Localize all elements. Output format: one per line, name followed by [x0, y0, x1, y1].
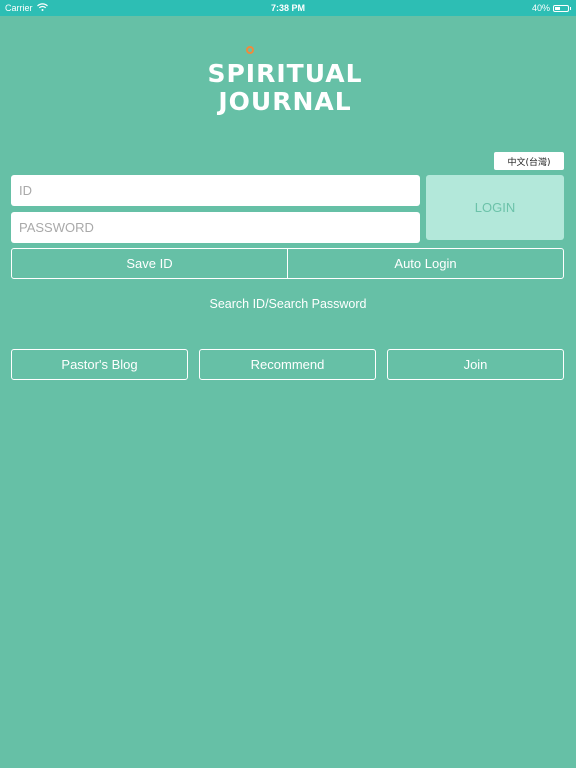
password-input[interactable]: [11, 212, 420, 243]
language-button[interactable]: 中文(台灣): [494, 152, 564, 170]
login-options: Save ID Auto Login: [11, 248, 564, 279]
logo-line-2: JOURNAL: [218, 87, 352, 116]
battery-tip: [570, 6, 571, 10]
join-button[interactable]: Join: [387, 349, 564, 380]
battery-percent: 40%: [531, 3, 550, 13]
status-time: 7:38 PM: [270, 3, 305, 13]
status-bar: Carrier 7:38 PM 40%: [0, 0, 576, 16]
pastors-blog-button[interactable]: Pastor's Blog: [11, 349, 188, 380]
id-input[interactable]: [11, 175, 420, 206]
status-right: 40%: [532, 3, 571, 13]
battery-icon: [553, 4, 569, 12]
logo-line-1: SPIRITUAL: [207, 59, 363, 88]
battery-fill: [555, 6, 560, 10]
save-id-toggle[interactable]: Save ID: [12, 249, 287, 278]
search-id-password-link[interactable]: Search ID/Search Password: [0, 297, 576, 311]
auto-login-toggle[interactable]: Auto Login: [287, 249, 563, 278]
sun-icon: [246, 46, 254, 54]
app-logo: SPIRITUAL JOURNAL: [170, 44, 400, 116]
recommend-button[interactable]: Recommend: [199, 349, 376, 380]
login-button[interactable]: LOGIN: [426, 175, 564, 240]
